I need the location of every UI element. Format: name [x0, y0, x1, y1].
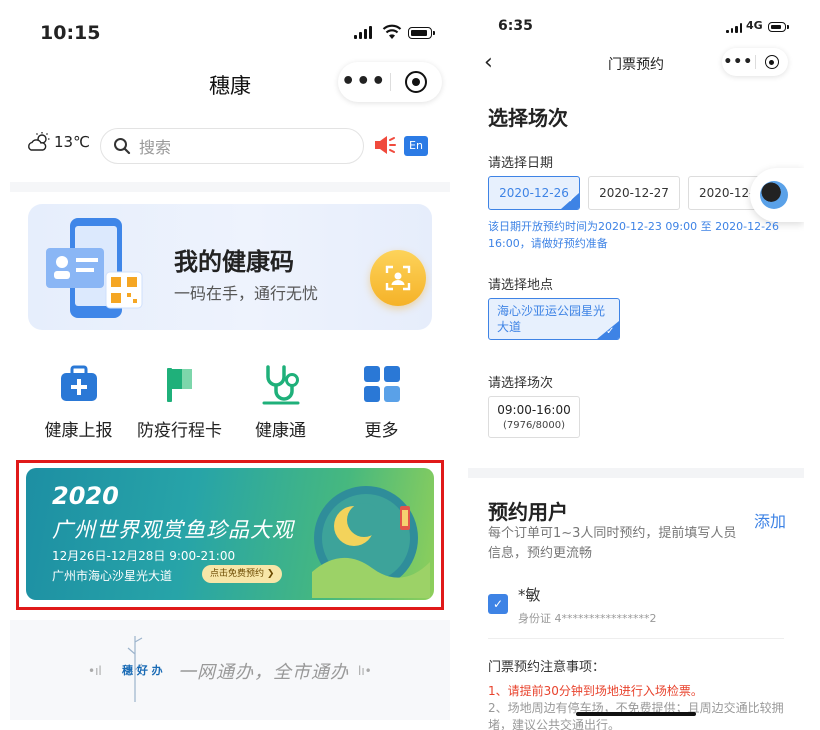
search-input[interactable]: 搜索: [100, 128, 364, 164]
target-icon: [764, 55, 779, 69]
notice-title: 门票预约注意事项：: [488, 660, 606, 675]
banner-year: 2020: [52, 482, 119, 510]
date-option-text: 2020-12-26: [499, 186, 569, 200]
location-label: 请选择地点: [488, 278, 554, 293]
session-option[interactable]: 09:00-16:00 (7976/8000): [488, 396, 580, 438]
section-divider: [468, 468, 804, 478]
battery-icon: [768, 22, 789, 32]
date-option[interactable]: 2020-12-27: [588, 176, 680, 210]
users-description: 每个订单可1~3人同时预约，提前填写人员信息，预约更流畅: [488, 526, 737, 561]
grid-item-health-report[interactable]: 健康上报: [28, 352, 129, 452]
grid-item-health-pass[interactable]: 健康通: [230, 352, 331, 452]
date-option-text: 2020-12-: [699, 186, 754, 200]
grid-item-more[interactable]: 更多: [331, 352, 432, 452]
wifi-icon: [382, 24, 402, 39]
banner-moon-illustration: [312, 486, 430, 598]
grid-label-health-pass: 健康通: [255, 421, 306, 441]
left-phone-screen: 10:15 穗康 ••• 13℃ 搜索 En 我的健康码 一码在手，通行无忧 健…: [10, 0, 450, 730]
location-option-selected[interactable]: 海心沙亚运公园星光大道: [488, 298, 620, 340]
medical-kit-icon: [60, 365, 97, 401]
scan-face-button[interactable]: [370, 250, 426, 306]
health-code-card[interactable]: 我的健康码 一码在手，通行无忧: [28, 204, 432, 330]
banner-dates: 12月26日-12月28日 9:00-21:00: [52, 549, 236, 563]
free-reservation-button[interactable]: 点击免费预约 ❯: [202, 565, 283, 583]
slogan-bar-left: •ıl: [88, 664, 102, 678]
status-time: 10:15: [40, 22, 101, 44]
miniprogram-capsule: •••: [722, 48, 788, 76]
section-heading-session: 选择场次: [488, 106, 568, 130]
section-heading-users: 预约用户: [488, 500, 568, 524]
language-switch-button[interactable]: En: [404, 136, 428, 156]
home-indicator: [576, 712, 696, 716]
grid-label-more: 更多: [364, 421, 399, 441]
close-miniprogram-button[interactable]: [391, 71, 443, 93]
session-capacity: (7976/8000): [502, 420, 566, 431]
signal-icon: [354, 26, 372, 39]
phone-id-illustration: [46, 218, 143, 318]
banner-place: 广州市海心沙星光大道: [52, 569, 173, 583]
face-scan-icon: [385, 265, 411, 291]
banner-title: 广州世界观赏鱼珍品大观: [52, 518, 294, 542]
health-code-title: 我的健康码: [174, 248, 294, 276]
slogan-text: 一网通办，全市通办: [178, 662, 349, 683]
session-label: 请选择场次: [488, 376, 554, 391]
date-label: 请选择日期: [488, 156, 554, 171]
flag-icon: [166, 368, 192, 402]
section-divider: [10, 182, 450, 192]
health-code-subtitle: 一码在手，通行无忧: [174, 284, 319, 303]
service-logo-icon: [760, 181, 788, 209]
temperature: 13℃: [54, 133, 90, 151]
date-open-notice: 该日期开放预约时间为2020-12-23 09:00 至 2020-12-26 …: [488, 220, 780, 250]
target-icon: [405, 71, 428, 93]
floating-service-button[interactable]: [750, 168, 804, 222]
slogan-bar-right: lı•: [358, 664, 372, 678]
stethoscope-icon: [262, 365, 299, 405]
announcement-speaker-icon[interactable]: [372, 132, 398, 158]
search-icon: [114, 138, 131, 155]
grid-item-travel-card[interactable]: 防疫行程卡: [129, 352, 230, 452]
weather-widget[interactable]: 13℃: [26, 132, 90, 152]
right-phone-screen: 6:35 4G ‹ 门票预约 ••• 选择场次 请选择日期 2020-12-26…: [468, 0, 804, 730]
notice-item-1: 1、请提前30分钟到场地进行入场检票。: [488, 684, 703, 698]
location-option-text: 海心沙亚运公园星光大道: [497, 304, 606, 334]
slogan-brand: 穗 好 办: [122, 664, 163, 677]
grid-label-health-report: 健康上报: [44, 421, 113, 441]
user-name: *敏: [518, 586, 541, 604]
status-time: 6:35: [498, 18, 533, 34]
battery-icon: [408, 27, 435, 39]
row-divider: [488, 638, 784, 639]
user-id-number: 身份证 4****************2: [518, 612, 657, 625]
service-grid: 健康上报 防疫行程卡 健康通 更多: [28, 352, 432, 452]
cloudy-sun-icon: [28, 132, 50, 151]
slogan-footer: •ıl 穗 好 办 一网通办，全市通办 lı•: [10, 620, 450, 720]
network-type: 4G: [746, 19, 763, 32]
close-miniprogram-button[interactable]: [756, 55, 789, 69]
status-bar: 10:15: [10, 0, 450, 60]
grid-icon: [363, 366, 400, 402]
user-checkbox[interactable]: ✓: [488, 594, 508, 614]
fish-expo-banner[interactable]: 2020 广州世界观赏鱼珍品大观 12月26日-12月28日 9:00-21:0…: [26, 468, 434, 600]
miniprogram-capsule: •••: [338, 62, 442, 102]
check-corner-icon: [597, 321, 619, 339]
session-time: 09:00-16:00: [497, 403, 571, 417]
check-corner-icon: [561, 193, 579, 209]
add-user-button[interactable]: 添加: [754, 508, 786, 532]
date-option-text: 2020-12-27: [599, 186, 669, 200]
signal-icon: [726, 23, 742, 33]
grid-label-travel-card: 防疫行程卡: [137, 421, 222, 441]
search-placeholder: 搜索: [139, 138, 172, 157]
date-option-selected[interactable]: 2020-12-26: [488, 176, 580, 210]
more-menu-button[interactable]: •••: [722, 55, 755, 69]
more-menu-button[interactable]: •••: [338, 71, 390, 93]
